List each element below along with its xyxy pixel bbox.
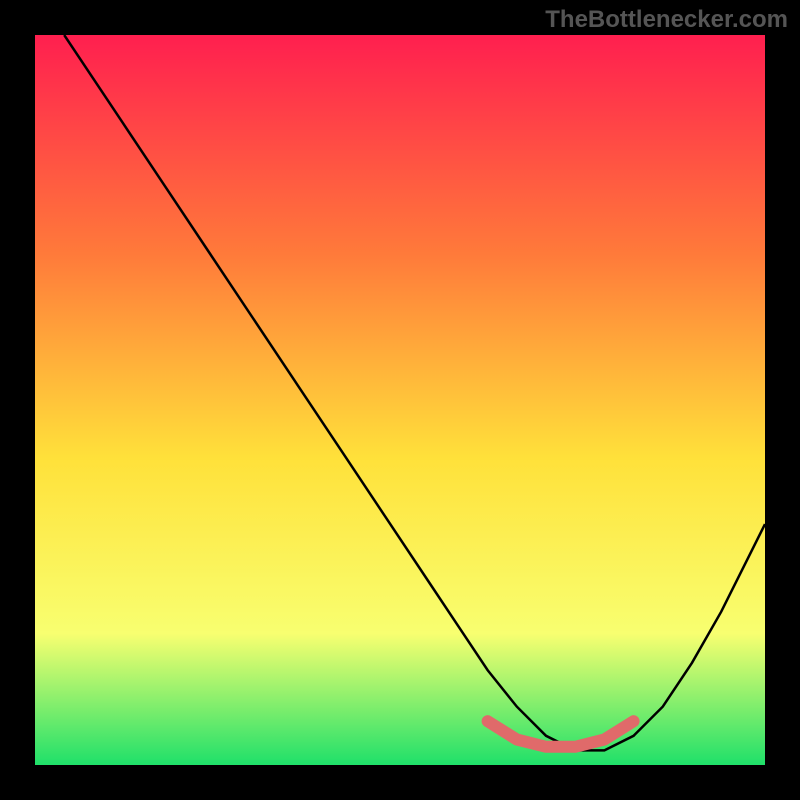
watermark-text: TheBottlenecker.com bbox=[545, 6, 788, 34]
bottleneck-chart bbox=[35, 35, 765, 765]
chart-frame bbox=[35, 35, 765, 765]
gradient-background bbox=[35, 35, 765, 765]
